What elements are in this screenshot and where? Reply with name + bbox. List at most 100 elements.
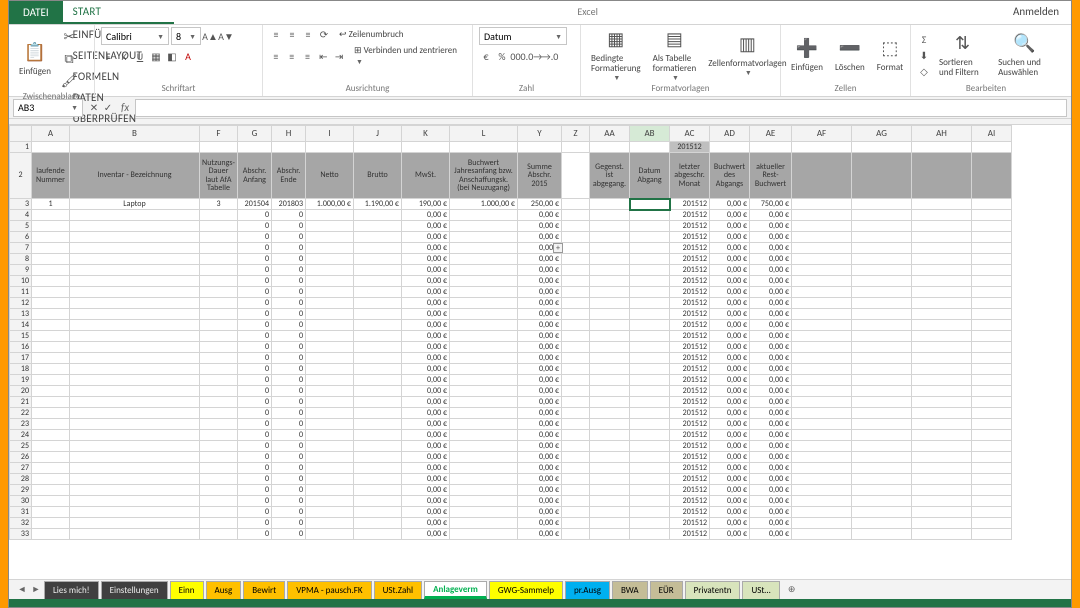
align-top-icon[interactable]: ≡ (269, 27, 283, 41)
cell[interactable] (630, 474, 670, 485)
cell[interactable] (972, 265, 1012, 276)
cell[interactable]: 0,00 € (750, 254, 792, 265)
cell[interactable] (354, 221, 402, 232)
group-expand-icon[interactable]: + (553, 243, 563, 253)
cell[interactable] (306, 518, 354, 529)
new-sheet-icon[interactable]: ⊕ (785, 583, 799, 597)
cell[interactable] (306, 142, 354, 153)
cell[interactable] (630, 353, 670, 364)
cell[interactable] (70, 474, 200, 485)
cell[interactable] (792, 309, 852, 320)
cell[interactable] (306, 243, 354, 254)
row-header[interactable]: 8 (10, 254, 32, 265)
cell[interactable] (590, 529, 630, 540)
cell[interactable]: 0,00 € (750, 265, 792, 276)
cell[interactable]: 0,00 € (402, 353, 450, 364)
fill-color-icon[interactable]: ◧ (165, 49, 179, 63)
cell[interactable]: 0,00 € (750, 529, 792, 540)
cell[interactable]: 0,00 € (518, 507, 562, 518)
cell[interactable]: 0,00 € (710, 331, 750, 342)
row-header[interactable]: 9 (10, 265, 32, 276)
cell[interactable] (792, 441, 852, 452)
row-header[interactable]: 23 (10, 419, 32, 430)
cell[interactable] (450, 210, 518, 221)
cell[interactable] (306, 320, 354, 331)
cell[interactable]: 201512 (670, 507, 710, 518)
cell[interactable]: 0 (238, 364, 272, 375)
cell[interactable]: 0 (272, 342, 306, 353)
cell[interactable] (200, 320, 238, 331)
row-header[interactable]: 30 (10, 496, 32, 507)
cell[interactable] (562, 265, 590, 276)
cell[interactable]: 0,00 € (402, 452, 450, 463)
cell[interactable]: 0 (272, 463, 306, 474)
cell[interactable] (792, 320, 852, 331)
cell[interactable] (852, 408, 912, 419)
cell[interactable] (354, 386, 402, 397)
cell[interactable] (590, 199, 630, 210)
cell[interactable] (792, 276, 852, 287)
cell[interactable] (562, 386, 590, 397)
cell[interactable] (630, 287, 670, 298)
cell[interactable] (32, 331, 70, 342)
cell[interactable] (630, 463, 670, 474)
cell[interactable] (792, 331, 852, 342)
cell[interactable] (912, 210, 972, 221)
cell[interactable] (32, 496, 70, 507)
cell[interactable] (450, 254, 518, 265)
cell[interactable]: 0,00 € (402, 518, 450, 529)
cell[interactable] (852, 364, 912, 375)
cell[interactable] (70, 243, 200, 254)
cell[interactable]: 0 (238, 342, 272, 353)
cell[interactable] (562, 142, 590, 153)
cell[interactable]: 0,00 € (402, 474, 450, 485)
cell[interactable]: 0 (272, 364, 306, 375)
cell[interactable]: 0,00 € (518, 419, 562, 430)
cell[interactable] (630, 485, 670, 496)
cell[interactable] (972, 142, 1012, 153)
cell[interactable] (590, 287, 630, 298)
cell[interactable] (354, 529, 402, 540)
row-header[interactable]: 16 (10, 342, 32, 353)
cell[interactable]: 201512 (670, 452, 710, 463)
cell[interactable]: 0,00 € (402, 287, 450, 298)
sheet-tab-ausg[interactable]: Ausg (206, 581, 242, 599)
cell[interactable] (354, 507, 402, 518)
cell[interactable] (200, 474, 238, 485)
cell[interactable]: 0,00 € (750, 364, 792, 375)
cell[interactable] (972, 287, 1012, 298)
cell[interactable] (200, 232, 238, 243)
col-header-J[interactable]: J (354, 126, 402, 142)
cell[interactable] (32, 507, 70, 518)
cell[interactable] (792, 287, 852, 298)
cell[interactable] (354, 210, 402, 221)
cell[interactable] (200, 397, 238, 408)
cell[interactable]: 0,00 € (750, 463, 792, 474)
cell[interactable]: 0,00 € (518, 397, 562, 408)
paste-button[interactable]: 📋 Einfügen (15, 41, 55, 77)
cell[interactable] (450, 441, 518, 452)
cell[interactable] (70, 142, 200, 153)
cell[interactable]: 0 (238, 210, 272, 221)
cell[interactable]: 0 (272, 452, 306, 463)
cell[interactable] (590, 364, 630, 375)
col-header-AG[interactable]: AG (852, 126, 912, 142)
cell[interactable] (32, 408, 70, 419)
col-header-K[interactable]: K (402, 126, 450, 142)
cell[interactable] (562, 221, 590, 232)
cell-styles-button[interactable]: ▥Zellenformatvorlagen▼ (704, 33, 790, 77)
cell[interactable]: 0,00 € (710, 298, 750, 309)
cell[interactable]: 0,00 € (518, 518, 562, 529)
wrap-text-button[interactable]: ↩ Zeilenumbruch (339, 29, 404, 40)
cell[interactable] (912, 309, 972, 320)
cell[interactable] (852, 298, 912, 309)
cell[interactable] (590, 375, 630, 386)
cell[interactable]: 201512 (670, 485, 710, 496)
cell[interactable]: 0,00 € (518, 298, 562, 309)
cell[interactable]: 0,00 € (402, 419, 450, 430)
cell[interactable] (450, 529, 518, 540)
autosum-icon[interactable]: Σ (917, 32, 931, 46)
cell[interactable] (590, 441, 630, 452)
cell[interactable] (630, 210, 670, 221)
cell[interactable] (972, 397, 1012, 408)
